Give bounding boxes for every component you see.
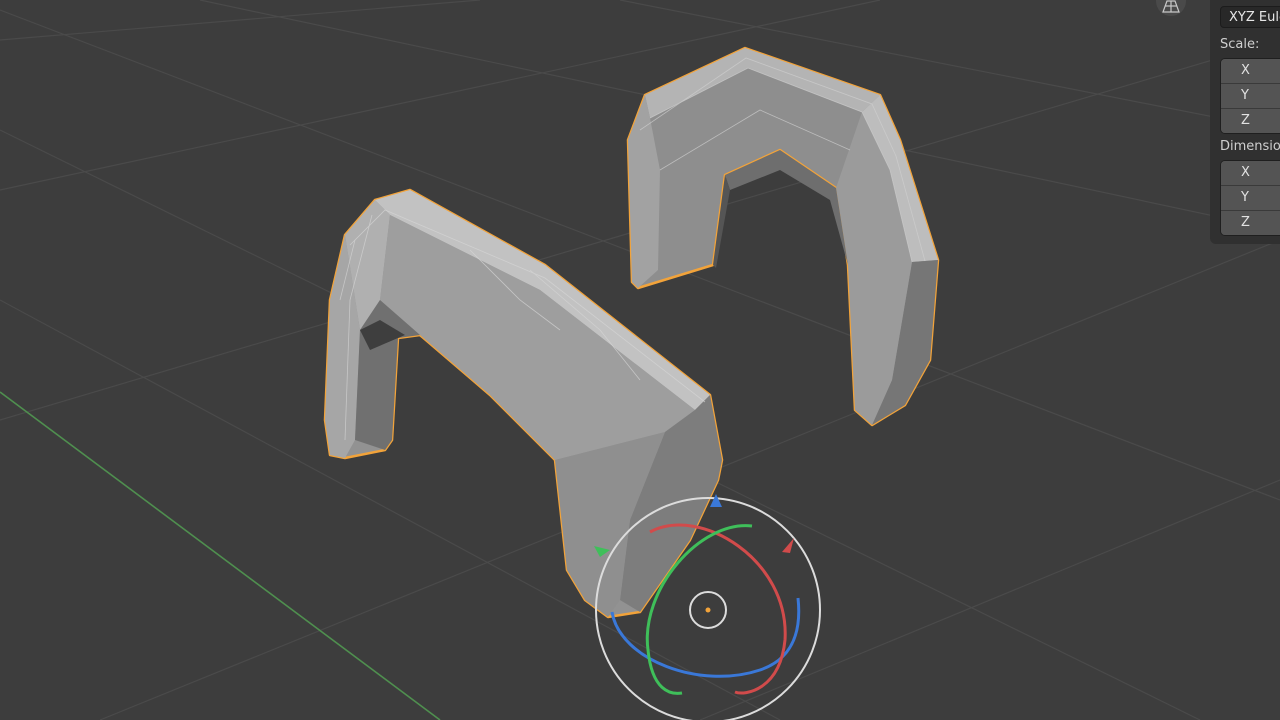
dimensions-label: Dimensions: bbox=[1220, 139, 1280, 154]
gizmo-x-handle bbox=[782, 538, 794, 553]
scale-z-field[interactable]: Z bbox=[1221, 109, 1280, 133]
scale-y-field[interactable]: Y bbox=[1221, 84, 1280, 109]
scale-fields: X Y Z bbox=[1220, 58, 1280, 134]
3d-viewport[interactable]: XYZ Euler Scale: X Y Z Dimensions: X Y Z bbox=[0, 0, 1280, 720]
scale-label: Scale: bbox=[1220, 37, 1260, 52]
dimension-fields: X Y Z bbox=[1220, 160, 1280, 236]
n-panel-sidebar: XYZ Euler Scale: X Y Z Dimensions: X Y Z bbox=[1210, 0, 1280, 244]
dimension-z-field[interactable]: Z bbox=[1221, 211, 1280, 235]
perspective-grid-icon[interactable] bbox=[1156, 0, 1186, 16]
dimension-y-field[interactable]: Y bbox=[1221, 186, 1280, 211]
viewport-canvas[interactable] bbox=[0, 0, 1280, 720]
rotation-mode-dropdown[interactable]: XYZ Euler bbox=[1220, 6, 1280, 28]
dimension-x-field[interactable]: X bbox=[1221, 161, 1280, 186]
scale-x-field[interactable]: X bbox=[1221, 59, 1280, 84]
